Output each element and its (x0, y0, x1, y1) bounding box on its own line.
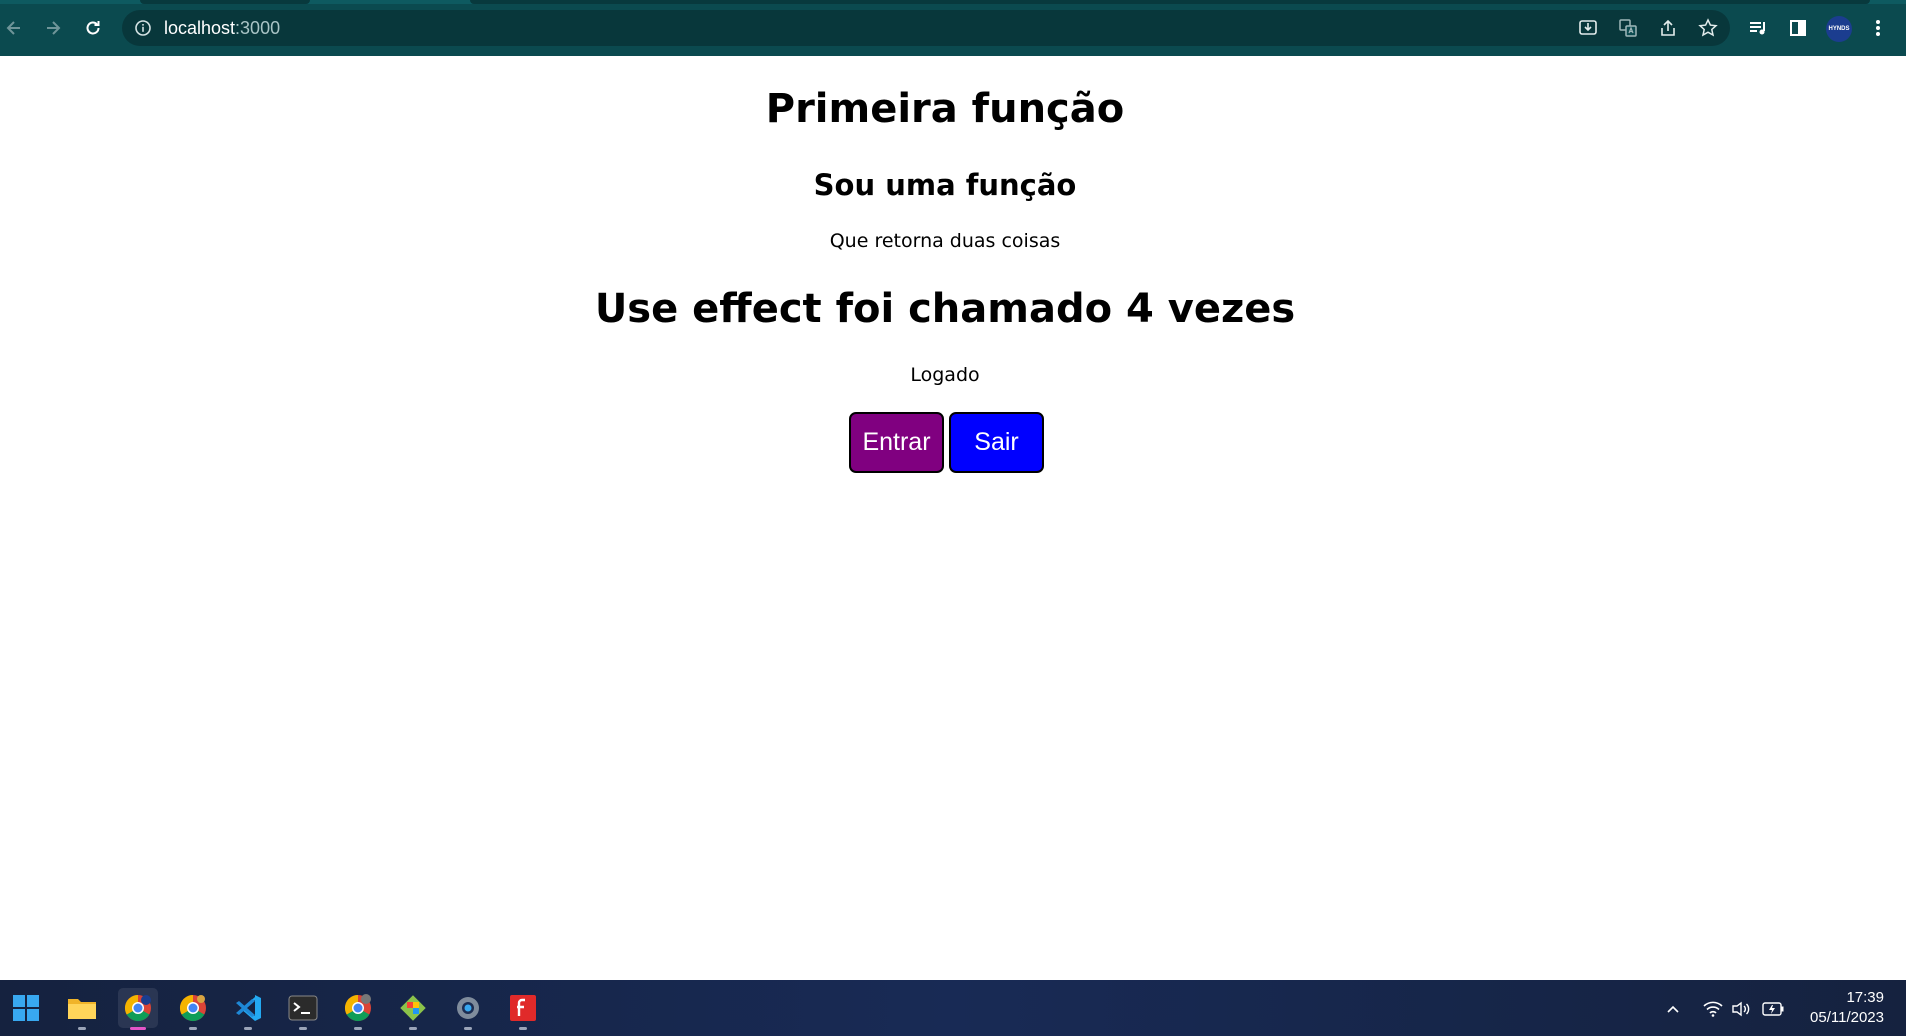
enter-button[interactable]: Entrar (849, 412, 944, 473)
terminal-icon (288, 995, 318, 1021)
chrome-icon (179, 994, 206, 1022)
clock-time: 17:39 (1846, 989, 1884, 1006)
active-indicator (130, 1027, 146, 1030)
running-indicator (354, 1027, 362, 1030)
reload-icon (86, 21, 100, 35)
folder-icon (68, 999, 96, 1019)
profile-avatar[interactable]: HYNDS (1826, 16, 1852, 42)
tab[interactable] (470, 0, 1870, 4)
wifi-icon[interactable] (1702, 998, 1724, 1020)
page-title: Primeira função (765, 86, 1125, 132)
url-text[interactable]: localhost:3000 (164, 10, 280, 46)
taskbar-vscode[interactable] (228, 988, 268, 1030)
exit-button[interactable]: Sair (949, 412, 1044, 473)
arrow-right-icon (47, 21, 61, 35)
running-indicator (519, 1027, 527, 1030)
forward-button[interactable] (37, 12, 69, 44)
profile-label: HYNDS (1828, 26, 1850, 32)
login-status: Logado (910, 364, 980, 386)
info-icon[interactable] (134, 19, 152, 41)
volume-icon[interactable] (1730, 998, 1752, 1020)
running-indicator (299, 1027, 307, 1030)
translate-icon[interactable] (1614, 14, 1642, 42)
taskbar-chrome-hynds[interactable] (118, 988, 158, 1030)
menu-kebab-icon[interactable] (1864, 14, 1892, 42)
taskbar-settings[interactable] (448, 988, 488, 1030)
running-indicator (244, 1027, 252, 1030)
taskbar-chrome[interactable] (173, 988, 213, 1030)
system-clock[interactable]: 17:39 05/11/2023 (1810, 988, 1884, 1028)
url-host: localhost (164, 18, 236, 38)
git-icon (400, 995, 426, 1021)
taskbar-git-gui[interactable] (393, 988, 433, 1030)
page-description: Que retorna duas coisas (829, 230, 1061, 252)
chrome-icon (344, 994, 371, 1022)
reading-list-icon[interactable] (1744, 14, 1772, 42)
tab[interactable] (140, 0, 310, 4)
chrome-icon (124, 994, 151, 1022)
address-bar[interactable]: localhost:3000 (122, 10, 1730, 46)
taskbar-terminal[interactable] (283, 988, 323, 1030)
taskbar-chrome-profile-2[interactable] (338, 988, 378, 1030)
windows-icon (13, 995, 39, 1021)
side-panel-icon[interactable] (1784, 14, 1812, 42)
taskbar-foxit-reader[interactable] (503, 988, 543, 1030)
running-indicator (189, 1027, 197, 1030)
reload-button[interactable] (77, 12, 109, 44)
bookmark-star-icon[interactable] (1694, 14, 1722, 42)
chevron-up-icon[interactable] (1662, 998, 1684, 1020)
install-app-icon[interactable] (1574, 14, 1602, 42)
arrow-left-icon (6, 21, 20, 35)
taskbar: 17:39 05/11/2023 (0, 980, 1906, 1036)
url-port: :3000 (235, 18, 281, 38)
effect-counter-heading: Use effect foi chamado 4 vezes (594, 286, 1296, 332)
pdf-reader-icon (510, 995, 536, 1021)
start-button[interactable] (6, 988, 46, 1028)
vscode-icon (236, 995, 261, 1021)
share-icon[interactable] (1654, 14, 1682, 42)
browser-toolbar: localhost:3000 HYNDS (0, 0, 1906, 56)
running-indicator (409, 1027, 417, 1030)
taskbar-file-explorer[interactable] (62, 988, 102, 1030)
running-indicator (464, 1027, 472, 1030)
page-subtitle: Sou uma função (813, 168, 1077, 202)
clock-date: 05/11/2023 (1810, 1009, 1884, 1026)
gear-icon (457, 997, 479, 1019)
running-indicator (78, 1027, 86, 1030)
back-button[interactable] (0, 12, 30, 44)
page-content: Primeira função Sou uma função Que retor… (0, 56, 1906, 980)
battery-icon[interactable] (1762, 998, 1784, 1020)
